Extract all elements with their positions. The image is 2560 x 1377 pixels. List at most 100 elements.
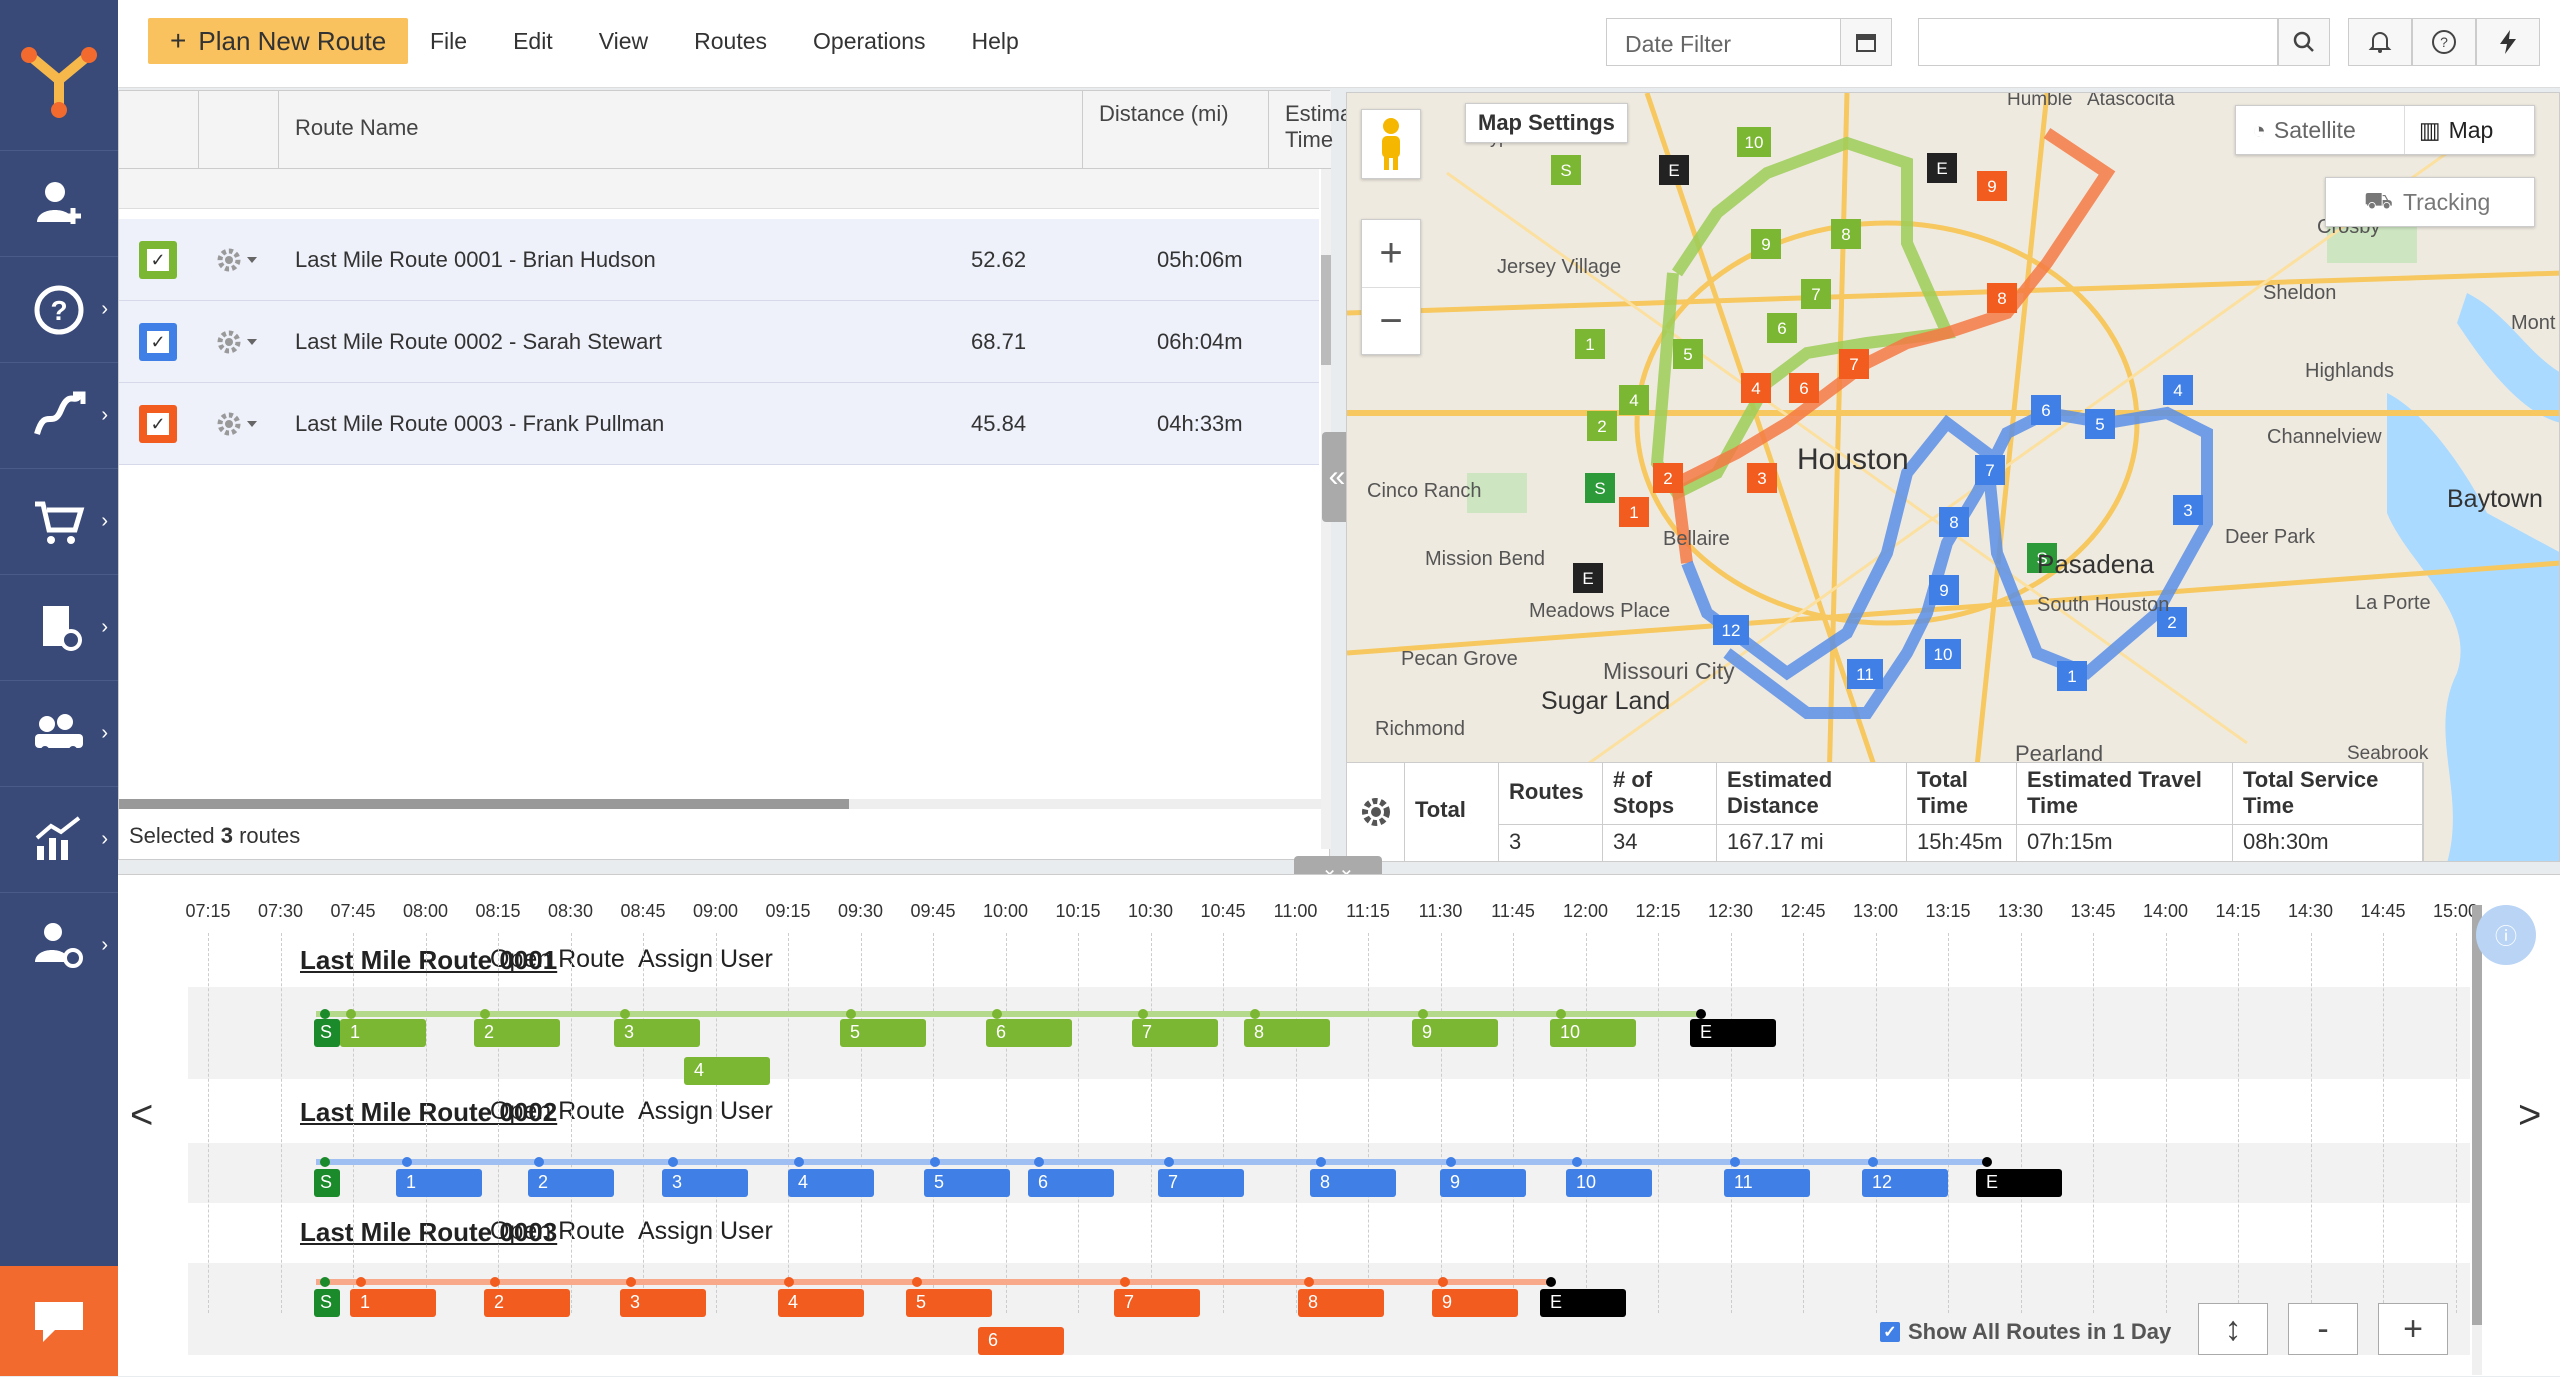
stop-bar[interactable]: 6 xyxy=(1028,1169,1114,1197)
stop-bar[interactable]: 7 xyxy=(1158,1169,1244,1197)
info-button[interactable]: ⓘ xyxy=(2476,905,2536,965)
nav-orders[interactable]: › xyxy=(0,468,118,574)
end-stop-bar[interactable]: E xyxy=(1540,1289,1626,1317)
stop-bar[interactable]: 7 xyxy=(1114,1289,1200,1317)
menu-file[interactable]: File xyxy=(430,28,467,55)
open-route-link[interactable]: Open Route xyxy=(490,1217,625,1246)
stop-bar[interactable]: 5 xyxy=(906,1289,992,1317)
menu-help[interactable]: Help xyxy=(972,28,1019,55)
timeline-scrollbar[interactable] xyxy=(2472,905,2482,1375)
menu-edit[interactable]: Edit xyxy=(513,28,553,55)
table-row[interactable]: ✓ Last Mile Route 0002 - Sarah Stewart 6… xyxy=(119,301,1319,383)
map-button[interactable]: ▥ Map xyxy=(2405,106,2534,154)
stop-bar[interactable]: 4 xyxy=(778,1289,864,1317)
stop-bar[interactable]: 9 xyxy=(1412,1019,1498,1047)
assign-user-link[interactable]: Assign User xyxy=(638,1097,773,1126)
nav-help[interactable]: ? › xyxy=(0,256,118,362)
stop-bar[interactable]: 4 xyxy=(684,1057,770,1085)
timeline-prev-button[interactable]: < xyxy=(130,1093,153,1138)
tracking-button[interactable]: ⛟ Tracking xyxy=(2325,177,2535,227)
map-settings-button[interactable]: Map Settings xyxy=(1465,103,1628,143)
header-route-name[interactable]: Route Name xyxy=(279,91,1083,169)
nav-fleet[interactable]: › xyxy=(0,680,118,786)
zoom-out-timeline-button[interactable]: - xyxy=(2288,1303,2358,1355)
stop-bar[interactable]: 1 xyxy=(350,1289,436,1317)
stop-bar[interactable]: 4 xyxy=(788,1169,874,1197)
end-stop-bar[interactable]: E xyxy=(1690,1019,1776,1047)
row-gear-button[interactable] xyxy=(215,325,259,365)
scroll-thumb[interactable] xyxy=(119,799,849,809)
stop-bar[interactable]: 6 xyxy=(986,1019,1072,1047)
satellite-button[interactable]: ◔ Satellite xyxy=(2236,106,2405,154)
stop-bar[interactable]: 1 xyxy=(396,1169,482,1197)
app-logo[interactable] xyxy=(0,0,118,150)
horizontal-scrollbar[interactable] xyxy=(119,799,1321,809)
zoom-in-button[interactable]: + xyxy=(1362,220,1420,288)
stop-bar[interactable]: 10 xyxy=(1566,1169,1652,1197)
menu-routes[interactable]: Routes xyxy=(694,28,767,55)
expand-rows-button[interactable]: ↕ xyxy=(2198,1303,2268,1355)
nav-user-settings[interactable]: › xyxy=(0,892,118,998)
stop-bar[interactable]: 7 xyxy=(1132,1019,1218,1047)
assign-user-link[interactable]: Assign User xyxy=(638,945,773,974)
stop-bar[interactable]: 2 xyxy=(528,1169,614,1197)
calendar-button[interactable] xyxy=(1840,18,1892,66)
scroll-thumb[interactable] xyxy=(1321,255,1331,365)
stop-bar[interactable]: 3 xyxy=(620,1289,706,1317)
stop-bar[interactable]: 3 xyxy=(662,1169,748,1197)
stop-bar[interactable]: 5 xyxy=(840,1019,926,1047)
search-input[interactable] xyxy=(1918,18,2278,66)
totals-settings-button[interactable] xyxy=(1347,763,1405,861)
time-tick-label: 14:15 xyxy=(2215,901,2261,921)
stop-bar[interactable]: 3 xyxy=(614,1019,700,1047)
stop-bar[interactable]: 9 xyxy=(1432,1289,1518,1317)
route-checkbox[interactable]: ✓ xyxy=(139,323,177,361)
stop-bar[interactable]: 5 xyxy=(924,1169,1010,1197)
map-panel[interactable]: S E 10 9 8 7 6 5 4 1 2 S E 1 2 3 4 6 7 8… xyxy=(1346,92,2560,862)
show-all-routes-toggle[interactable]: ✓ Show All Routes in 1 Day xyxy=(1880,1319,2171,1345)
scroll-thumb[interactable] xyxy=(2472,905,2482,1325)
table-row[interactable]: ✓ Last Mile Route 0001 - Brian Hudson 52… xyxy=(119,219,1319,301)
nav-addresses[interactable]: › xyxy=(0,574,118,680)
stop-bar[interactable]: 2 xyxy=(484,1289,570,1317)
stop-bar[interactable]: 9 xyxy=(1440,1169,1526,1197)
stop-bar[interactable]: 11 xyxy=(1724,1169,1810,1197)
open-route-link[interactable]: Open Route xyxy=(490,1097,625,1126)
row-gear-button[interactable] xyxy=(215,407,259,447)
header-distance[interactable]: Distance (mi) xyxy=(1083,91,1269,169)
stop-bar[interactable]: 2 xyxy=(474,1019,560,1047)
table-row[interactable]: ✓ Last Mile Route 0003 - Frank Pullman 4… xyxy=(119,383,1319,465)
help-button[interactable]: ? xyxy=(2412,18,2476,66)
open-route-link[interactable]: Open Route xyxy=(490,945,625,974)
search-button[interactable] xyxy=(2278,18,2330,66)
stop-bar[interactable]: 8 xyxy=(1244,1019,1330,1047)
zoom-out-button[interactable]: − xyxy=(1362,288,1420,354)
assign-user-link[interactable]: Assign User xyxy=(638,1217,773,1246)
menu-view[interactable]: View xyxy=(599,28,648,55)
nav-analytics[interactable]: › xyxy=(0,786,118,892)
stop-bar[interactable]: 6 xyxy=(978,1327,1064,1355)
route-checkbox[interactable]: ✓ xyxy=(139,241,177,279)
start-stop-bar[interactable]: S xyxy=(314,1169,340,1197)
row-gear-button[interactable] xyxy=(215,243,259,283)
stop-bar[interactable]: 10 xyxy=(1550,1019,1636,1047)
stop-bar[interactable]: 8 xyxy=(1298,1289,1384,1317)
route-checkbox[interactable]: ✓ xyxy=(139,405,177,443)
end-stop-bar[interactable]: E xyxy=(1976,1169,2062,1197)
quick-actions-button[interactable] xyxy=(2476,18,2540,66)
stop-bar[interactable]: 12 xyxy=(1862,1169,1948,1197)
stop-bar[interactable]: 8 xyxy=(1310,1169,1396,1197)
street-view-button[interactable] xyxy=(1361,109,1421,179)
timeline-next-button[interactable]: > xyxy=(2518,1093,2541,1138)
stop-marker-dot xyxy=(480,1009,490,1019)
notifications-button[interactable] xyxy=(2348,18,2412,66)
chat-button[interactable] xyxy=(0,1266,118,1376)
nav-routes[interactable]: › xyxy=(0,362,118,468)
start-stop-bar[interactable]: S xyxy=(314,1289,340,1317)
menu-operations[interactable]: Operations xyxy=(813,28,926,55)
stop-bar[interactable]: 1 xyxy=(340,1019,426,1047)
zoom-in-timeline-button[interactable]: + xyxy=(2378,1303,2448,1355)
nav-add-user[interactable] xyxy=(0,150,118,256)
plan-new-route-button[interactable]: + Plan New Route xyxy=(148,18,409,64)
start-stop-bar[interactable]: S xyxy=(314,1019,340,1047)
